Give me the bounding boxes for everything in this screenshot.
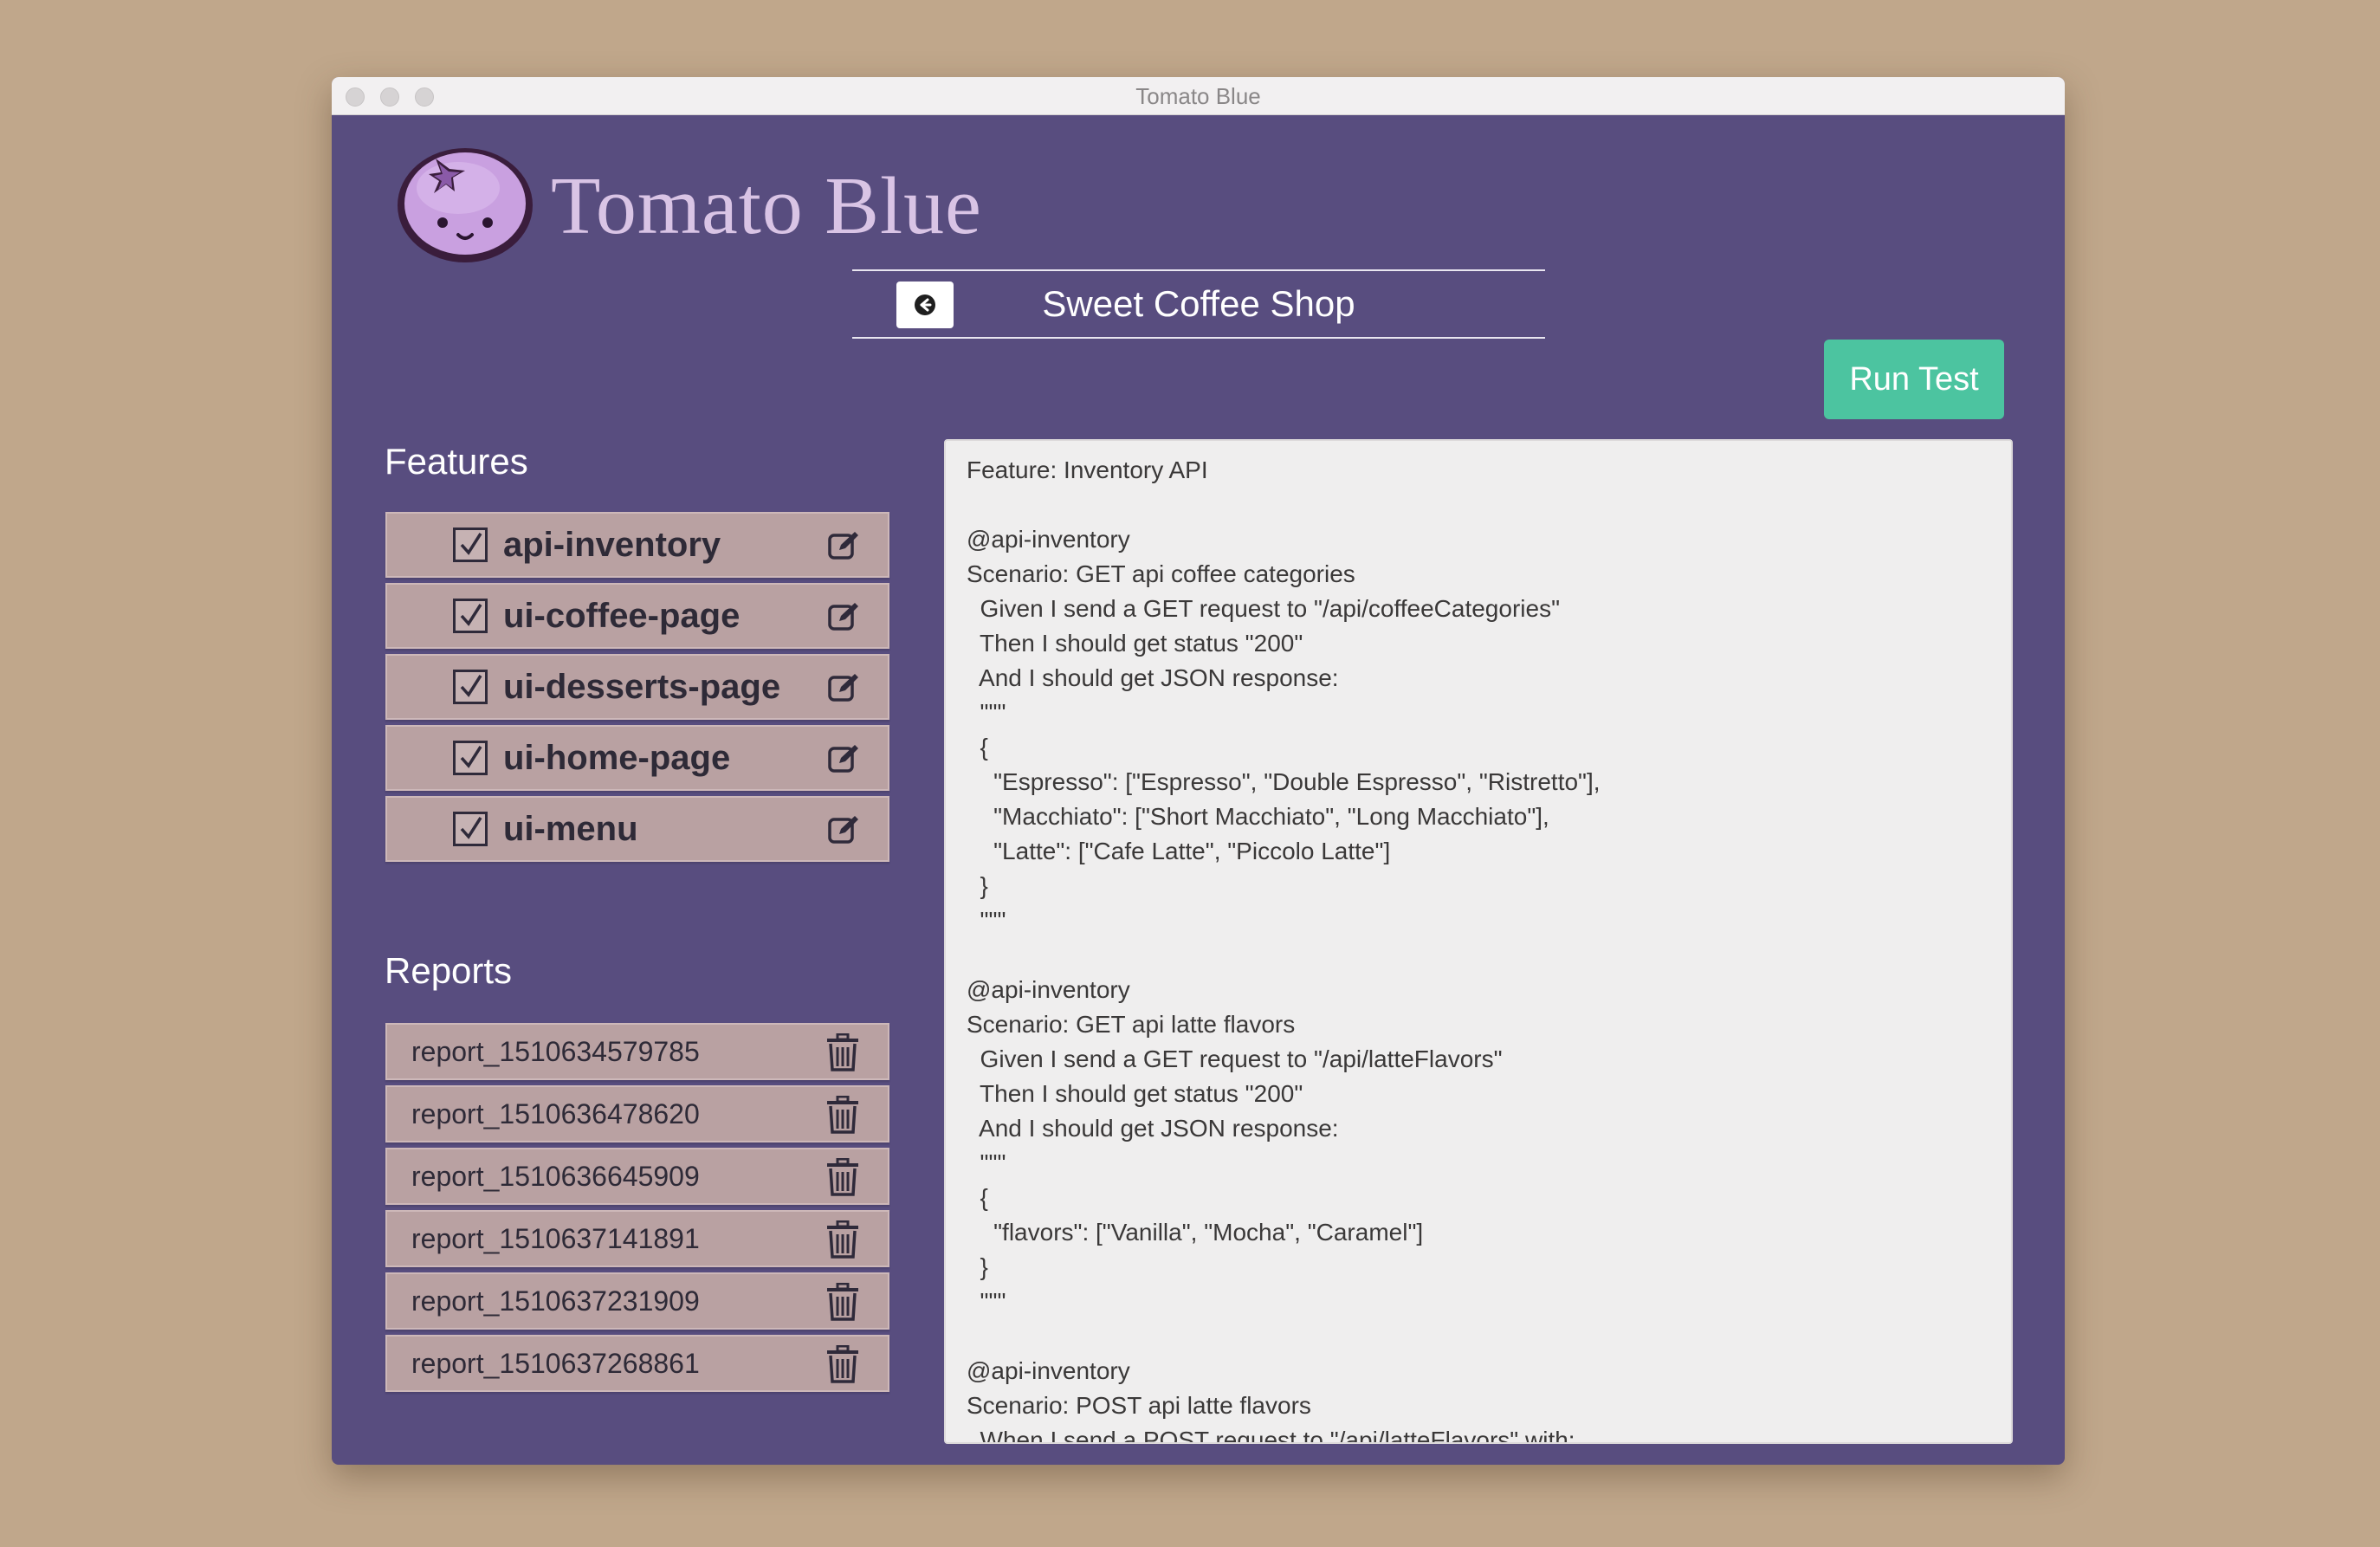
back-button[interactable]: [896, 282, 954, 328]
reports-heading: Reports: [385, 950, 513, 991]
feature-editor[interactable]: Feature: Inventory API @api-inventory Sc…: [944, 439, 2013, 1444]
feature-item-ui-coffee-page[interactable]: ui-coffee-page: [385, 583, 889, 649]
trash-icon[interactable]: [825, 1345, 860, 1383]
feature-item-ui-home-page[interactable]: ui-home-page: [385, 725, 889, 791]
report-item[interactable]: report_1510637141891: [385, 1210, 889, 1267]
checkbox-checked-icon[interactable]: [453, 741, 488, 775]
feature-item-ui-desserts-page[interactable]: ui-desserts-page: [385, 654, 889, 720]
trash-icon[interactable]: [825, 1283, 860, 1321]
checkbox-checked-icon[interactable]: [453, 812, 488, 846]
app-window: Tomato Blue Tomato Blue Sweet Coffee Sho…: [332, 77, 2065, 1465]
feature-label: ui-desserts-page: [503, 668, 781, 706]
tomato-blue-logo: [398, 148, 533, 262]
trash-icon[interactable]: [825, 1033, 860, 1071]
report-label: report_1510636645909: [411, 1161, 700, 1192]
report-label: report_1510637141891: [411, 1223, 700, 1254]
back-arrow-icon: [915, 295, 935, 315]
feature-list: api-inventory ui-coffee-page ui-desserts…: [385, 512, 889, 867]
features-heading: Features: [385, 441, 528, 482]
feature-label: ui-home-page: [503, 739, 731, 777]
checkbox-checked-icon[interactable]: [453, 528, 488, 562]
report-label: report_1510636478620: [411, 1098, 700, 1130]
feature-label: ui-menu: [503, 810, 638, 848]
app-title: Tomato Blue: [551, 161, 982, 251]
report-label: report_1510634579785: [411, 1036, 700, 1067]
report-item[interactable]: report_1510637231909: [385, 1272, 889, 1330]
edit-icon[interactable]: [827, 813, 860, 846]
edit-icon[interactable]: [827, 671, 860, 704]
window-title: Tomato Blue: [1135, 83, 1261, 109]
project-bar: Sweet Coffee Shop: [852, 269, 1545, 339]
report-label: report_1510637231909: [411, 1285, 700, 1317]
title-bar[interactable]: Tomato Blue: [332, 77, 2065, 115]
feature-label: ui-coffee-page: [503, 597, 741, 635]
edit-icon[interactable]: [827, 600, 860, 633]
report-item[interactable]: report_1510636645909: [385, 1148, 889, 1205]
edit-icon[interactable]: [827, 529, 860, 562]
feature-item-ui-menu[interactable]: ui-menu: [385, 796, 889, 862]
feature-editor-content[interactable]: Feature: Inventory API @api-inventory Sc…: [946, 441, 2011, 1442]
report-label: report_1510637268861: [411, 1348, 700, 1379]
checkbox-checked-icon[interactable]: [453, 599, 488, 633]
run-test-button[interactable]: Run Test: [1824, 340, 2004, 419]
report-item[interactable]: report_1510636478620: [385, 1085, 889, 1142]
feature-label: api-inventory: [503, 526, 721, 564]
project-name: Sweet Coffee Shop: [1042, 283, 1355, 324]
report-list: report_1510634579785 report_151063647862…: [385, 1023, 889, 1397]
report-item[interactable]: report_1510637268861: [385, 1335, 889, 1392]
feature-item-api-inventory[interactable]: api-inventory: [385, 512, 889, 578]
trash-icon[interactable]: [825, 1096, 860, 1134]
report-item[interactable]: report_1510634579785: [385, 1023, 889, 1080]
trash-icon[interactable]: [825, 1158, 860, 1196]
trash-icon[interactable]: [825, 1220, 860, 1259]
checkbox-checked-icon[interactable]: [453, 670, 488, 704]
edit-icon[interactable]: [827, 742, 860, 775]
